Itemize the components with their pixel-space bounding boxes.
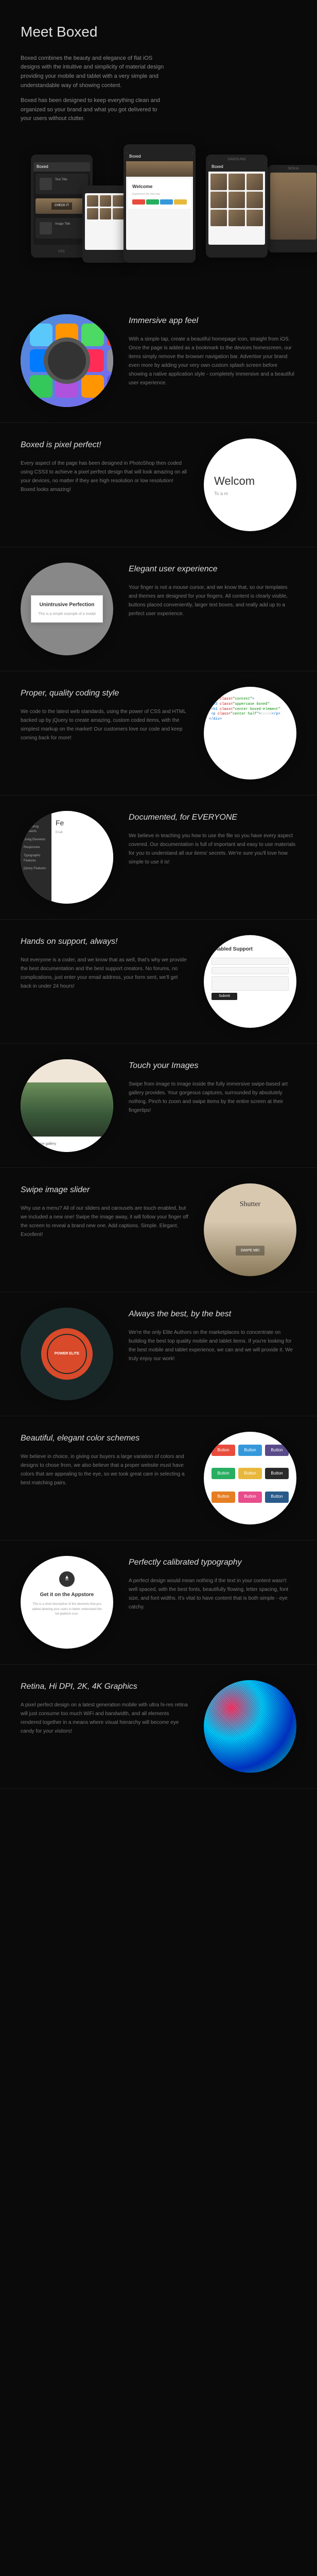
color-button[interactable]: Button (265, 1492, 289, 1503)
section-touch: An awesome gallery○ ● ○ Touch your Image… (0, 1044, 317, 1168)
section-body: Not everyone is a coder, and we know tha… (21, 956, 188, 991)
section-elegant-ux: Unintrusive Perfection This is a simple … (0, 547, 317, 671)
hero-paragraph-2: Boxed has been designed to keep everythi… (21, 96, 165, 124)
device-mockups: Boxed Text Title CHECK IT Image Title hT… (21, 134, 296, 278)
section-body: With a simple tap, create a beautiful ho… (129, 335, 296, 387)
hero-title: Meet Boxed (21, 21, 296, 44)
color-button[interactable]: Button (265, 1468, 289, 1479)
circle-typography: Get it on the Appstore This is a short d… (21, 1556, 113, 1649)
color-button[interactable]: Button (265, 1445, 289, 1456)
color-button[interactable]: Button (238, 1445, 262, 1456)
support-field[interactable] (212, 967, 289, 974)
section-typography: Get it on the Appstore This is a short d… (0, 1540, 317, 1665)
circle-retina (204, 1680, 296, 1773)
hero-paragraph-1: Boxed combines the beauty and elegance o… (21, 54, 165, 90)
circle-support: Enabled Support Submit (204, 935, 296, 1028)
phone-small (82, 185, 129, 263)
section-title: Hands on support, always! (21, 935, 188, 948)
section-colors: ButtonButtonButtonButtonButtonButtonButt… (0, 1416, 317, 1540)
support-field[interactable] (212, 976, 289, 991)
section-coding: <div class="content"> <h3 class="upperca… (0, 671, 317, 795)
section-swipe: Shutter SWIPE ME! Swipe image slider Why… (0, 1168, 317, 1292)
section-body: We believe in choice, in giving our buye… (21, 1452, 188, 1487)
doc-sidebar: StartStructuring ElementsUsing ElementsR… (21, 811, 51, 904)
section-body: A perfect design would mean nothing if t… (129, 1577, 296, 1612)
color-button[interactable]: Button (212, 1445, 235, 1456)
section-body: Swipe from image to image inside the ful… (129, 1080, 296, 1115)
elite-badge-icon: POWER ELITE (41, 1328, 93, 1380)
section-support: Enabled Support Submit Hands on support,… (0, 920, 317, 1044)
section-title: Touch your Images (129, 1059, 296, 1073)
section-title: Swipe image slider (21, 1183, 188, 1197)
phone-iphone: Boxed WelcomeExperience the new way (124, 144, 196, 263)
section-title: Beautiful, elegant color schemes (21, 1432, 188, 1445)
section-title: Proper, quality coding style (21, 687, 188, 700)
color-button[interactable]: Button (238, 1468, 262, 1479)
swipe-button[interactable]: SWIPE ME! (236, 1246, 265, 1256)
section-title: Boxed is pixel perfect! (21, 438, 188, 452)
section-best: POWER ELITE Always the best, by the best… (0, 1292, 317, 1416)
circle-modal: Unintrusive Perfection This is a simple … (21, 563, 113, 655)
section-title: Perfectly calibrated typography (129, 1556, 296, 1569)
hero-section: Meet Boxed Boxed combines the beauty and… (0, 0, 317, 299)
circle-apps (21, 314, 113, 407)
section-app-feel: Immersive app feel With a simple tap, cr… (0, 299, 317, 423)
submit-button[interactable]: Submit (212, 993, 237, 1000)
section-documented: StartStructuring ElementsUsing ElementsR… (0, 795, 317, 920)
circle-swipe: Shutter SWIPE ME! (204, 1183, 296, 1276)
circle-code: <div class="content"> <h3 class="upperca… (204, 687, 296, 779)
section-body: Why use a menu? All of our sliders and c… (21, 1204, 188, 1239)
section-title: Documented, for EVERYONE (129, 811, 296, 824)
circle-welcome: Welcom To a m (204, 438, 296, 531)
section-body: We're the only Elite Authors on the mark… (129, 1328, 296, 1363)
support-field[interactable] (212, 958, 289, 965)
phone-nokia: NOKIA (268, 165, 317, 252)
section-body: Every aspect of the page has been design… (21, 459, 188, 494)
section-retina: Retina, Hi DPI, 2K, 4K Graphics A pixel … (0, 1665, 317, 1789)
section-pixel-perfect: Welcom To a m Boxed is pixel perfect! Ev… (0, 423, 317, 547)
section-body: A pixel perfect design on a latest gener… (21, 1701, 188, 1736)
section-body: We believe in teaching you how to use th… (129, 832, 296, 867)
section-body: Your finger is not a mouse cursor, and w… (129, 583, 296, 618)
color-button[interactable]: Button (212, 1468, 235, 1479)
section-title: Always the best, by the best (129, 1308, 296, 1321)
section-title: Elegant user experience (129, 563, 296, 576)
pagination-dots-icon: ○ ● ○ (101, 1141, 110, 1147)
section-title: Retina, Hi DPI, 2K, 4K Graphics (21, 1680, 188, 1693)
section-title: Immersive app feel (129, 314, 296, 328)
appstore-icon (59, 1571, 75, 1587)
assistive-ring-icon (44, 337, 90, 384)
phone-header: Boxed (33, 162, 90, 172)
circle-docs: StartStructuring ElementsUsing ElementsR… (21, 811, 113, 904)
phone-samsung: Boxed SAMSUNG (206, 155, 268, 258)
circle-gallery: An awesome gallery○ ● ○ (21, 1059, 113, 1152)
circle-colors: ButtonButtonButtonButtonButtonButtonButt… (204, 1432, 296, 1524)
color-button[interactable]: Button (212, 1492, 235, 1503)
circle-badge: POWER ELITE (21, 1308, 113, 1400)
color-button[interactable]: Button (238, 1492, 262, 1503)
section-body: We code to the latest web standards, usi… (21, 707, 188, 742)
